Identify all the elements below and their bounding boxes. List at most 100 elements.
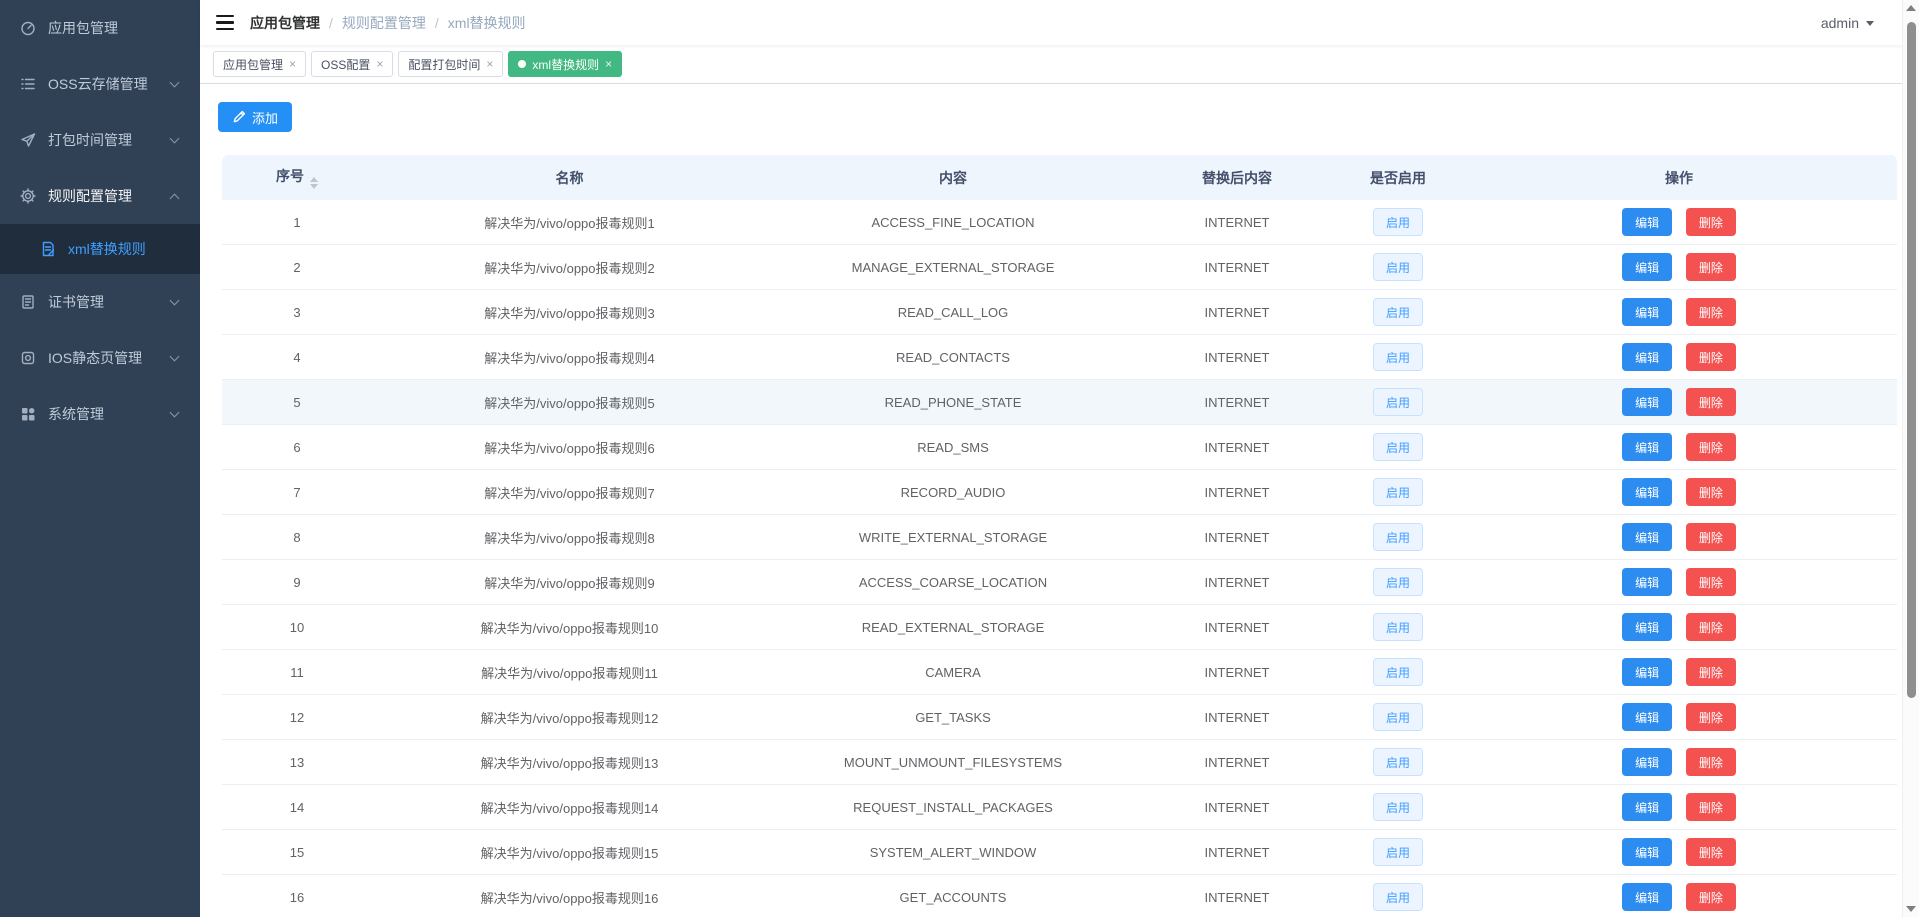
edit-button[interactable]: 编辑 — [1622, 478, 1672, 506]
sidebar-item-app-package[interactable]: 应用包管理 — [0, 0, 200, 56]
delete-button[interactable]: 删除 — [1686, 523, 1736, 551]
edit-button[interactable]: 编辑 — [1622, 253, 1672, 281]
sidebar-item-xml-rule[interactable]: xml替换规则 — [0, 224, 200, 274]
user-menu[interactable]: admin — [1821, 15, 1874, 31]
enable-button[interactable]: 启用 — [1373, 838, 1423, 866]
delete-button[interactable]: 删除 — [1686, 838, 1736, 866]
enable-button[interactable]: 启用 — [1373, 748, 1423, 776]
breadcrumb-separator: / — [435, 15, 439, 31]
tab-package-time[interactable]: 配置打包时间 × — [398, 51, 503, 77]
sidebar-item-certificate[interactable]: 证书管理 — [0, 274, 200, 330]
sidebar-item-label: 规则配置管理 — [48, 186, 132, 206]
enable-button[interactable]: 启用 — [1373, 523, 1423, 551]
sidebar-item-label: OSS云存储管理 — [48, 74, 148, 94]
sidebar-item-oss-storage[interactable]: OSS云存储管理 — [0, 56, 200, 112]
column-header-index[interactable]: 序号 — [222, 155, 372, 200]
delete-button[interactable]: 删除 — [1686, 298, 1736, 326]
close-icon[interactable]: × — [486, 58, 493, 70]
edit-button[interactable]: 编辑 — [1622, 433, 1672, 461]
edit-button[interactable]: 编辑 — [1622, 523, 1672, 551]
table-row: 1 解决华为/vivo/oppo报毒规则1 ACCESS_FINE_LOCATI… — [222, 200, 1897, 245]
enable-button[interactable]: 启用 — [1373, 343, 1423, 371]
tab-xml-rule[interactable]: xml替换规则 × — [508, 51, 622, 77]
cell-index: 1 — [222, 200, 372, 245]
delete-button[interactable]: 删除 — [1686, 208, 1736, 236]
scroll-down-icon[interactable] — [1906, 906, 1916, 912]
tab-oss-config[interactable]: OSS配置 × — [311, 51, 393, 77]
edit-button[interactable]: 编辑 — [1622, 388, 1672, 416]
dashboard-icon — [20, 20, 36, 36]
delete-button[interactable]: 删除 — [1686, 433, 1736, 461]
enable-button[interactable]: 启用 — [1373, 613, 1423, 641]
delete-button[interactable]: 删除 — [1686, 343, 1736, 371]
cell-content: CAMERA — [767, 650, 1139, 695]
edit-button[interactable]: 编辑 — [1622, 748, 1672, 776]
edit-button[interactable]: 编辑 — [1622, 568, 1672, 596]
table-row: 3 解决华为/vivo/oppo报毒规则3 READ_CALL_LOG INTE… — [222, 290, 1897, 335]
cell-replacement: INTERNET — [1139, 740, 1335, 785]
enable-button[interactable]: 启用 — [1373, 793, 1423, 821]
close-icon[interactable]: × — [289, 58, 296, 70]
table-row: 11 解决华为/vivo/oppo报毒规则11 CAMERA INTERNET … — [222, 650, 1897, 695]
scrollbar-thumb[interactable] — [1907, 22, 1916, 698]
sidebar: 应用包管理 OSS云存储管理 打包时间管理 规则配置管理 — [0, 0, 200, 917]
delete-button[interactable]: 删除 — [1686, 253, 1736, 281]
enable-button[interactable]: 启用 — [1373, 658, 1423, 686]
edit-button[interactable]: 编辑 — [1622, 793, 1672, 821]
edit-button[interactable]: 编辑 — [1622, 883, 1672, 911]
enable-button[interactable]: 启用 — [1373, 253, 1423, 281]
add-button[interactable]: 添加 — [218, 102, 292, 132]
scrollbar[interactable] — [1902, 0, 1919, 917]
breadcrumb-item: xml替换规则 — [448, 13, 526, 33]
close-icon[interactable]: × — [605, 58, 612, 70]
enable-button[interactable]: 启用 — [1373, 388, 1423, 416]
sidebar-item-rule-config[interactable]: 规则配置管理 — [0, 168, 200, 224]
delete-button[interactable]: 删除 — [1686, 748, 1736, 776]
delete-button[interactable]: 删除 — [1686, 388, 1736, 416]
enable-button[interactable]: 启用 — [1373, 298, 1423, 326]
hamburger-icon[interactable] — [200, 0, 250, 45]
delete-button[interactable]: 删除 — [1686, 613, 1736, 641]
cell-index: 11 — [222, 650, 372, 695]
edit-button[interactable]: 编辑 — [1622, 208, 1672, 236]
sort-icon[interactable] — [310, 177, 318, 189]
enable-button[interactable]: 启用 — [1373, 568, 1423, 596]
edit-button[interactable]: 编辑 — [1622, 838, 1672, 866]
edit-button[interactable]: 编辑 — [1622, 703, 1672, 731]
delete-button[interactable]: 删除 — [1686, 793, 1736, 821]
sidebar-item-system[interactable]: 系统管理 — [0, 386, 200, 442]
chevron-up-icon — [170, 193, 180, 203]
tags-bar: 应用包管理 × OSS配置 × 配置打包时间 × xml替换规则 × — [200, 45, 1919, 84]
edit-button[interactable]: 编辑 — [1622, 298, 1672, 326]
edit-button[interactable]: 编辑 — [1622, 658, 1672, 686]
delete-button[interactable]: 删除 — [1686, 883, 1736, 911]
cell-name: 解决华为/vivo/oppo报毒规则14 — [372, 785, 767, 830]
delete-button[interactable]: 删除 — [1686, 478, 1736, 506]
cell-content: GET_ACCOUNTS — [767, 875, 1139, 917]
scroll-up-icon[interactable] — [1906, 5, 1916, 11]
delete-button[interactable]: 删除 — [1686, 703, 1736, 731]
delete-button[interactable]: 删除 — [1686, 658, 1736, 686]
enable-button[interactable]: 启用 — [1373, 703, 1423, 731]
edit-button[interactable]: 编辑 — [1622, 613, 1672, 641]
sidebar-item-ios-static[interactable]: IOS静态页管理 — [0, 330, 200, 386]
cell-index: 4 — [222, 335, 372, 380]
breadcrumb: 应用包管理 / 规则配置管理 / xml替换规则 — [250, 13, 526, 33]
enable-button[interactable]: 启用 — [1373, 433, 1423, 461]
enable-button[interactable]: 启用 — [1373, 208, 1423, 236]
edit-button[interactable]: 编辑 — [1622, 343, 1672, 371]
cell-content: READ_PHONE_STATE — [767, 380, 1139, 425]
delete-button[interactable]: 删除 — [1686, 568, 1736, 596]
cell-index: 15 — [222, 830, 372, 875]
enable-button[interactable]: 启用 — [1373, 478, 1423, 506]
cell-content: REQUEST_INSTALL_PACKAGES — [767, 785, 1139, 830]
breadcrumb-item[interactable]: 应用包管理 — [250, 13, 320, 33]
table-row: 6 解决华为/vivo/oppo报毒规则6 READ_SMS INTERNET … — [222, 425, 1897, 470]
tab-app-package[interactable]: 应用包管理 × — [213, 51, 306, 77]
cell-replacement: INTERNET — [1139, 560, 1335, 605]
sidebar-item-package-time[interactable]: 打包时间管理 — [0, 112, 200, 168]
close-icon[interactable]: × — [376, 58, 383, 70]
cell-content: MANAGE_EXTERNAL_STORAGE — [767, 245, 1139, 290]
cell-index: 9 — [222, 560, 372, 605]
enable-button[interactable]: 启用 — [1373, 883, 1423, 911]
